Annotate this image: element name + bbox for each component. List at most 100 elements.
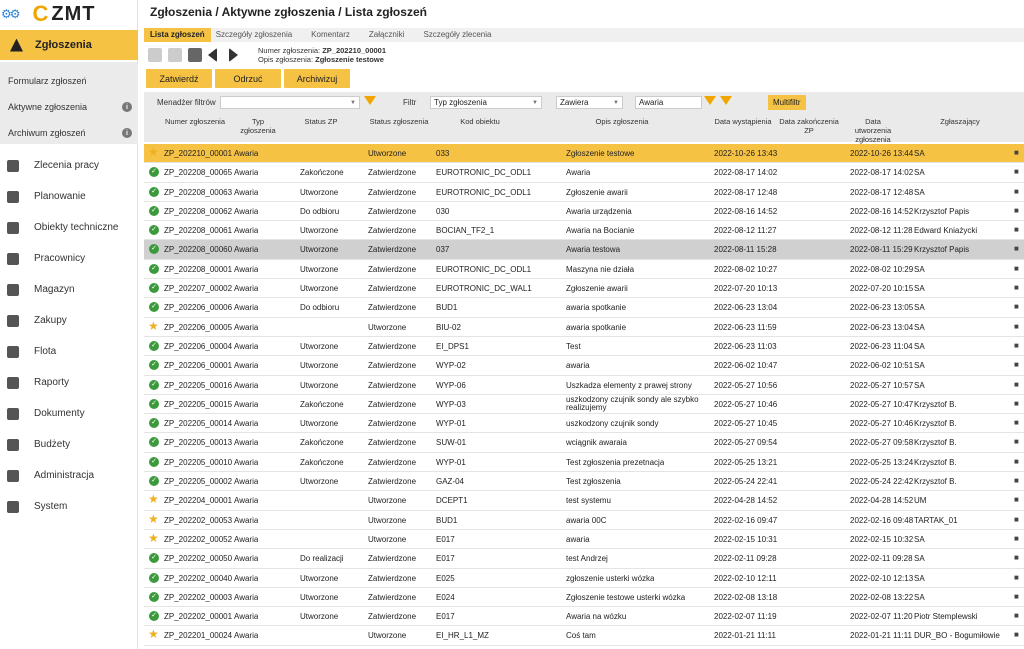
subnav-item[interactable]: Formularz zgłoszeń (0, 68, 138, 94)
info-icon[interactable]: i (122, 128, 132, 138)
table-row[interactable]: ★ ZP_202206_00005 Awaria Utworzone BIU-02 awa… (144, 318, 1024, 337)
sidebar-module[interactable]: Planowanie (0, 181, 138, 212)
table-row[interactable]: ✓ ZP_202202_00040 Awaria Utworzone Zatwierdz… (144, 569, 1024, 588)
filter-icon[interactable] (364, 96, 376, 105)
comment-icon[interactable]: ■ (1014, 611, 1019, 620)
multifilter-button[interactable]: Multifiltr (768, 95, 806, 110)
table-row[interactable]: ✓ ZP_202208_00060 Awaria Utworzone Zatwierdz… (144, 240, 1024, 260)
sidebar-module[interactable]: Magazyn (0, 274, 138, 305)
filter-manager-select[interactable]: ▼ (220, 96, 360, 109)
next-arrow-icon[interactable] (229, 48, 238, 62)
sidebar-module[interactable]: Raporty (0, 367, 138, 398)
table-row[interactable]: ★ ZP_202210_00001 Awaria Utworzone 033 Zgłosz… (144, 144, 1024, 164)
comment-icon[interactable]: ■ (1014, 302, 1019, 311)
sidebar-module[interactable]: Administracja (0, 460, 138, 491)
column-header[interactable]: Numer zgłoszenia (164, 117, 226, 126)
table-row[interactable]: ✓ ZP_202208_00062 Awaria Do odbioru Zatwierd… (144, 202, 1024, 222)
prev-arrow-icon[interactable] (208, 48, 217, 62)
comment-icon[interactable]: ■ (1014, 495, 1019, 504)
tab[interactable]: Załączniki (364, 28, 419, 42)
comment-icon[interactable]: ■ (1014, 322, 1019, 331)
comment-icon[interactable]: ■ (1014, 418, 1019, 427)
comment-icon[interactable]: ■ (1014, 360, 1019, 369)
info-icon[interactable]: i (122, 102, 132, 112)
archive-button[interactable]: Archiwizuj (284, 69, 350, 88)
comment-icon[interactable]: ■ (1014, 148, 1019, 157)
comment-icon[interactable]: ■ (1014, 206, 1019, 215)
comment-icon[interactable]: ■ (1014, 553, 1019, 562)
column-header[interactable]: Status zgłoszenia (368, 117, 430, 126)
tab[interactable]: Komentarz (306, 28, 364, 42)
table-row[interactable]: ✓ ZP_202206_00006 Awaria Do odbioru Zatwierd… (144, 298, 1024, 318)
column-header[interactable]: Opis zgłoszenia (562, 117, 682, 126)
comment-icon[interactable]: ■ (1014, 630, 1019, 639)
comment-icon[interactable]: ■ (1014, 592, 1019, 601)
sidebar-module[interactable]: Zakupy (0, 305, 138, 336)
sidebar-module[interactable]: Obiekty techniczne (0, 212, 138, 243)
comment-icon[interactable]: ■ (1014, 167, 1019, 176)
sidebar-module[interactable]: Zlecenia pracy (0, 150, 138, 181)
comment-icon[interactable]: ■ (1014, 534, 1019, 543)
comment-icon[interactable]: ■ (1014, 476, 1019, 485)
tab[interactable]: Szczegóły zlecenia (418, 28, 505, 42)
print-icon[interactable] (188, 48, 202, 62)
table-row[interactable]: ★ ZP_202202_00052 Awaria Utworzone E017 awari… (144, 530, 1024, 550)
table-row[interactable]: ✓ ZP_202208_00061 Awaria Utworzone Zatwierdz… (144, 221, 1024, 241)
comment-icon[interactable]: ■ (1014, 341, 1019, 350)
comment-icon[interactable]: ■ (1014, 437, 1019, 446)
column-header[interactable]: Status ZP (298, 117, 344, 126)
table-row[interactable]: ✓ ZP_202208_00001 Awaria Utworzone Zatwierdz… (144, 260, 1024, 280)
sidebar-module[interactable]: Flota (0, 336, 138, 367)
tab[interactable]: Szczegóły zgłoszenia (211, 28, 306, 42)
comment-icon[interactable]: ■ (1014, 244, 1019, 253)
sidebar-module[interactable]: Dokumenty (0, 398, 138, 429)
filter-value-input[interactable]: Awaria (635, 96, 702, 109)
comment-icon[interactable]: ■ (1014, 515, 1019, 524)
table-row[interactable]: ✓ ZP_202206_00004 Awaria Utworzone Zatwierdz… (144, 337, 1024, 357)
column-header[interactable]: Data utworzenia zgłoszenia (848, 117, 898, 144)
approve-button[interactable]: Zatwierdź (146, 69, 212, 88)
table-row[interactable]: ✓ ZP_202202_00001 Awaria Utworzone Zatwierdz… (144, 607, 1024, 627)
save-icon[interactable] (148, 48, 162, 62)
comment-icon[interactable]: ■ (1014, 399, 1019, 408)
comment-icon[interactable]: ■ (1014, 380, 1019, 389)
sidebar-module[interactable]: System (0, 491, 138, 522)
module-zgloszenia[interactable]: Zgłoszenia (0, 30, 138, 60)
table-row[interactable]: ✓ ZP_202205_00016 Awaria Utworzone Zatwierdz… (144, 376, 1024, 395)
column-header[interactable]: Typ zgłoszenia (236, 117, 280, 135)
reject-button[interactable]: Odrzuć (215, 69, 281, 88)
column-header[interactable]: Data wystąpienia (710, 117, 776, 126)
table-row[interactable]: ✓ ZP_202205_00013 Awaria Zakończone Zatwierd… (144, 433, 1024, 453)
sidebar-module[interactable]: Budżety (0, 429, 138, 460)
table-row[interactable]: ✓ ZP_202208_00065 Awaria Zakończone Zatwierd… (144, 163, 1024, 183)
subnav-item[interactable]: Archiwum zgłoszeń i (0, 120, 138, 146)
table-row[interactable]: ✓ ZP_202208_00063 Awaria Utworzone Zatwierdz… (144, 183, 1024, 202)
sidebar-module[interactable]: Pracownicy (0, 243, 138, 274)
table-row[interactable]: ✓ ZP_202207_00002 Awaria Utworzone Zatwierdz… (144, 279, 1024, 299)
logo[interactable]: ⚙⚙ C ZMT (0, 0, 138, 28)
delete-icon[interactable] (168, 48, 182, 62)
table-row[interactable]: ✓ ZP_202202_00050 Awaria Do realizacji Zatwi… (144, 549, 1024, 569)
table-row[interactable]: ★ ZP_202201_00024 Awaria Utworzone EI_HR_L1_… (144, 626, 1024, 646)
clear-filter-icon[interactable] (720, 96, 732, 105)
table-row[interactable]: ★ ZP_202202_00053 Awaria Utworzone BUD1 awari… (144, 511, 1024, 530)
comment-icon[interactable]: ■ (1014, 457, 1019, 466)
comment-icon[interactable]: ■ (1014, 573, 1019, 582)
column-header[interactable]: Zgłaszający (930, 117, 990, 126)
table-row[interactable]: ✓ ZP_202205_00002 Awaria Utworzone Zatwierdz… (144, 472, 1024, 492)
table-row[interactable]: ✓ ZP_202205_00015 Awaria Zakończone Zatwierd… (144, 395, 1024, 415)
comment-icon[interactable]: ■ (1014, 187, 1019, 196)
filter-operator-select[interactable]: Zawiera ▼ (556, 96, 623, 109)
table-row[interactable]: ★ ZP_202204_00001 Awaria Utworzone DCEPT1 tes… (144, 491, 1024, 511)
filter-field-select[interactable]: Typ zgłoszenia ▼ (430, 96, 542, 109)
comment-icon[interactable]: ■ (1014, 283, 1019, 292)
table-row[interactable]: ✓ ZP_202205_00014 Awaria Utworzone Zatwierdz… (144, 414, 1024, 434)
column-header[interactable]: Data zakończenia ZP (778, 117, 840, 135)
tab[interactable]: Lista zgłoszeń (144, 28, 211, 42)
table-row[interactable]: ✓ ZP_202205_00010 Awaria Zakończone Zatwierd… (144, 453, 1024, 473)
table-row[interactable]: ✓ ZP_202202_00003 Awaria Utworzone Zatwierdz… (144, 588, 1024, 608)
subnav-item[interactable]: Aktywne zgłoszenia i (0, 94, 138, 120)
table-row[interactable]: ✓ ZP_202206_00001 Awaria Utworzone Zatwierdz… (144, 356, 1024, 376)
comment-icon[interactable]: ■ (1014, 225, 1019, 234)
column-header[interactable]: Kod obiektu (440, 117, 520, 126)
